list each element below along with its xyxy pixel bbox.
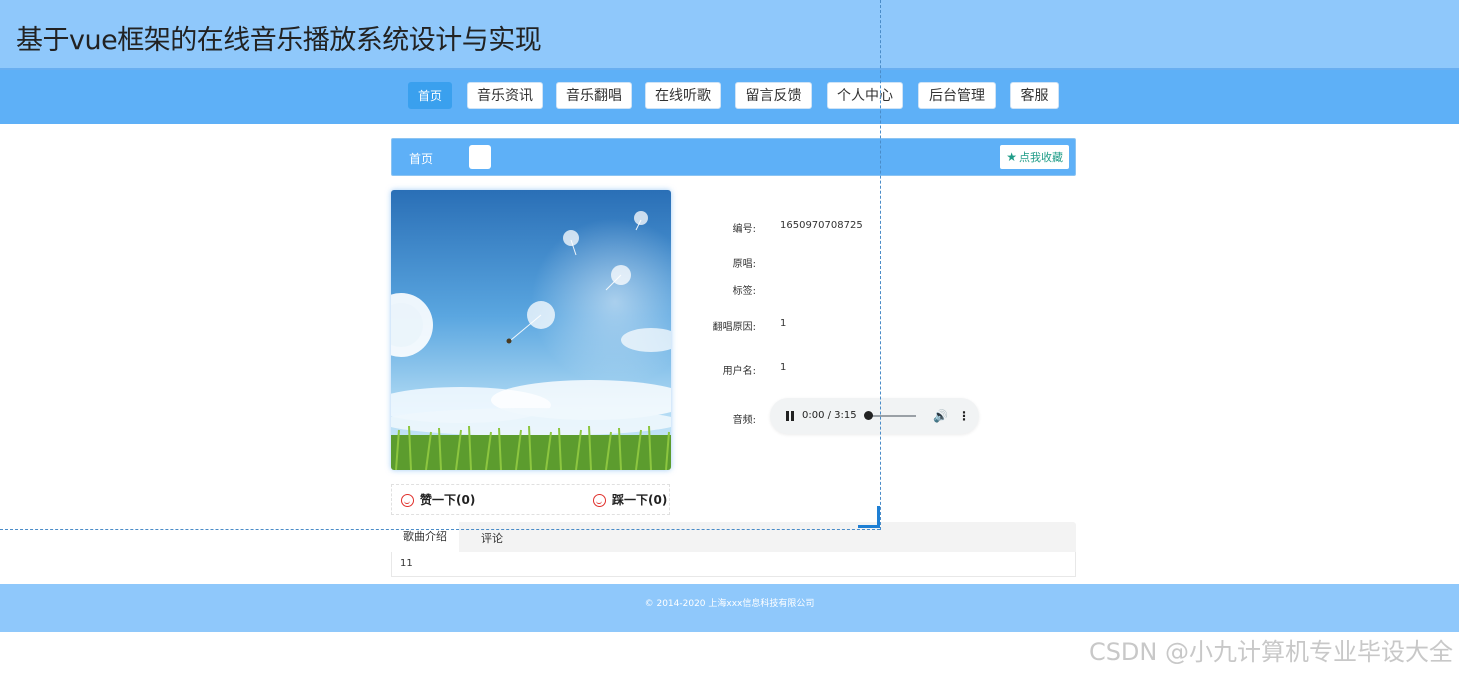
tab-song-intro[interactable]: 歌曲介绍 (391, 522, 459, 552)
username-label: 用户名: (722, 366, 756, 377)
smile-face-icon (401, 494, 414, 507)
audio-progress-track[interactable] (866, 415, 916, 417)
like-label: 赞一下(0) (420, 493, 476, 507)
volume-icon[interactable]: 🔊 (933, 409, 948, 423)
tag-label: 标签: (732, 286, 756, 297)
breadcrumb: 首页 ★ 点我收藏 (391, 138, 1076, 176)
nav-item-music-news[interactable]: 音乐资讯 (467, 82, 543, 109)
watermark: CSDN @小九计算机专业毕设大全 (1088, 638, 1453, 666)
nav-item-feedback[interactable]: 留言反馈 (735, 82, 812, 109)
selection-guide-vertical (880, 0, 881, 530)
number-value: 1650970708725 (780, 220, 863, 231)
audio-player: 0:00 / 3:15 🔊 ⋮ (770, 398, 979, 434)
copyright: © 2014-2020 上海xxx信息科技有限公司 (644, 599, 815, 609)
selection-corner-handle[interactable] (858, 506, 880, 528)
cover-image (391, 190, 671, 470)
dislike-button[interactable]: 踩一下(0) (593, 491, 667, 508)
username-value: 1 (780, 362, 787, 373)
star-icon: ★ (1006, 150, 1017, 164)
nav-item-customer-service[interactable]: 客服 (1010, 82, 1059, 109)
favorite-button[interactable]: ★ 点我收藏 (1000, 145, 1069, 169)
like-button[interactable]: 赞一下(0) (401, 491, 475, 508)
favorite-label: 点我收藏 (1019, 151, 1063, 164)
nav-item-personal-center[interactable]: 个人中心 (827, 82, 903, 109)
nav-bar: 首页 音乐资讯 音乐翻唱 在线听歌 留言反馈 个人中心 后台管理 客服 (0, 70, 1459, 124)
reason-label: 翻唱原因: (712, 322, 756, 333)
reason-value: 1 (780, 318, 787, 329)
breadcrumb-home[interactable]: 首页 (409, 150, 433, 167)
audio-label: 音频: (732, 415, 756, 426)
vote-bar: 赞一下(0) 踩一下(0) (391, 484, 670, 515)
breadcrumb-current (469, 145, 491, 169)
tab-content: 11 (391, 552, 1076, 577)
nav-item-home[interactable]: 首页 (408, 82, 452, 109)
number-label: 编号: (732, 224, 756, 235)
sad-face-icon (593, 494, 606, 507)
more-options-icon[interactable]: ⋮ (958, 409, 970, 423)
tab-comments[interactable]: 评论 (469, 530, 515, 552)
nav-item-music-cover[interactable]: 音乐翻唱 (556, 82, 632, 109)
original-label: 原唱: (732, 259, 756, 270)
footer: © 2014-2020 上海xxx信息科技有限公司 (0, 584, 1459, 632)
pause-icon[interactable] (785, 411, 795, 421)
dislike-label: 踩一下(0) (612, 493, 668, 507)
site-title: 基于vue框架的在线音乐播放系统设计与实现 (16, 25, 542, 56)
audio-time: 0:00 / 3:15 (802, 410, 857, 421)
top-header: 基于vue框架的在线音乐播放系统设计与实现 (0, 0, 1459, 70)
song-intro-text: 11 (400, 558, 413, 569)
audio-progress-knob[interactable] (864, 411, 873, 420)
nav-item-online-listen[interactable]: 在线听歌 (645, 82, 721, 109)
nav-item-admin[interactable]: 后台管理 (918, 82, 996, 109)
tabs-bar: 歌曲介绍 评论 (391, 522, 1076, 552)
dandelion-sky-illustration (391, 190, 671, 470)
selection-guide-horizontal (0, 529, 880, 530)
